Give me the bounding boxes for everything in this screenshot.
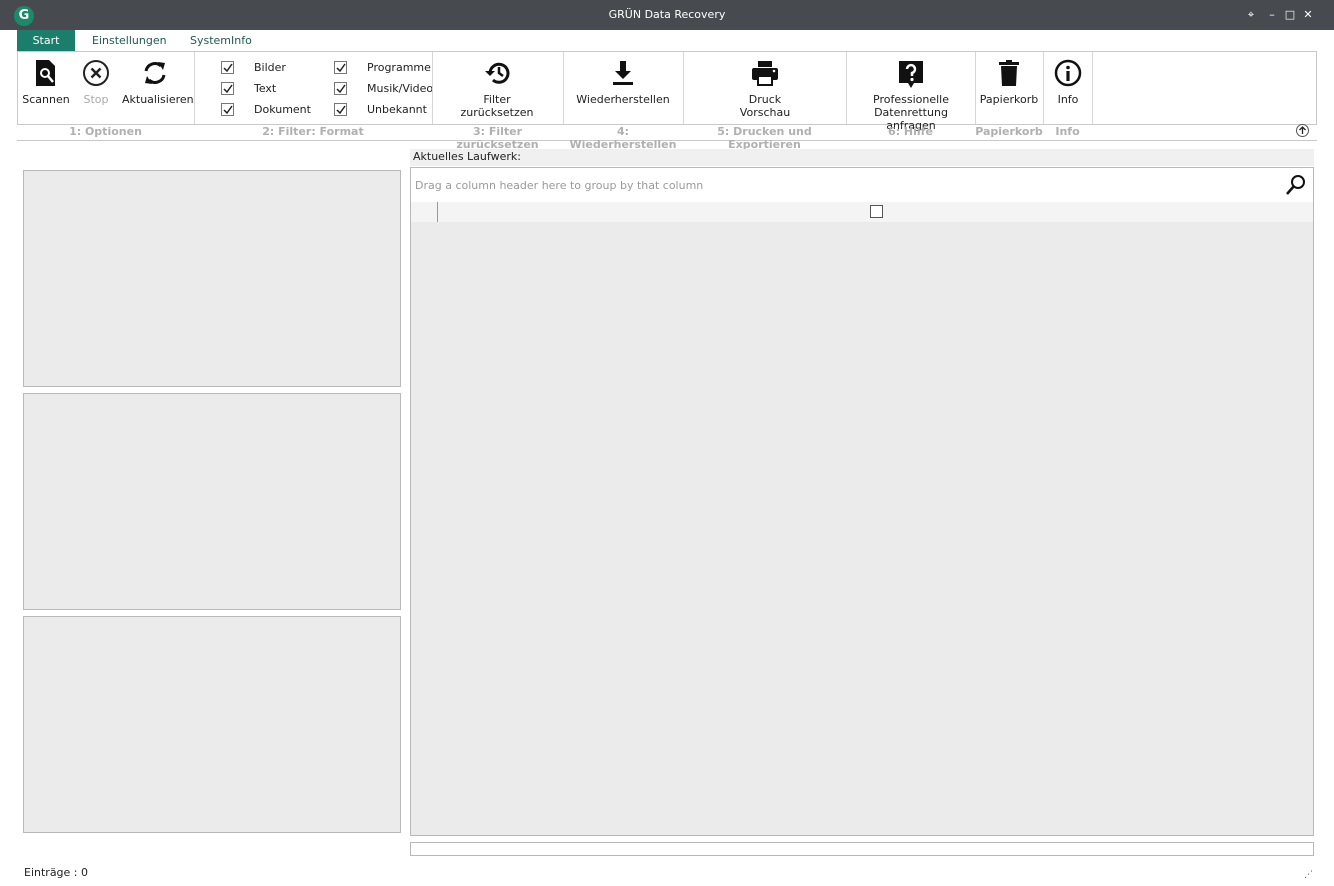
group-label-restore: 4: Wiederherstellen [569, 125, 677, 151]
restore-button[interactable]: Wiederherstellen [572, 59, 674, 106]
scan-button[interactable]: Scannen [22, 59, 70, 106]
left-panel-bottom [23, 616, 401, 833]
select-all-checkbox[interactable] [870, 205, 883, 218]
left-panel-top [23, 170, 401, 387]
print-label-line2: Vorschau [739, 106, 791, 119]
filter-musik-video-checkbox[interactable] [334, 82, 347, 95]
filter-text-label: Text [254, 82, 277, 95]
recycle-bin-button[interactable]: Papierkorb [979, 59, 1039, 106]
restore-label: Wiederherstellen [576, 93, 670, 106]
collapse-ribbon-button[interactable] [1296, 124, 1309, 137]
progress-bar [410, 842, 1314, 856]
reset-filter-label-line2: zurücksetzen [460, 106, 534, 119]
filter-unbekannt-label: Unbekannt [367, 103, 427, 116]
print-preview-button[interactable]: Druck Vorschau [724, 59, 806, 119]
group-label-help: 6: Hilfe [888, 125, 933, 138]
entries-count: Einträge : 0 [24, 866, 89, 879]
checkmark-icon [223, 105, 233, 115]
filter-unbekannt-checkbox[interactable] [334, 103, 347, 116]
group-label-info: Info [1055, 125, 1080, 138]
group-label-print-export: 5: Drucken und Exportieren [717, 125, 812, 151]
info-label: Info [1057, 93, 1079, 106]
filter-musik-video-label: Musik/Video [367, 82, 434, 95]
ribbon-separator [975, 52, 976, 124]
filter-programme-checkbox[interactable] [334, 61, 347, 74]
group-label-optionen: 1: Optionen [69, 125, 142, 138]
tab-start[interactable]: Start [17, 30, 75, 52]
maximize-button[interactable]: □ [1281, 6, 1299, 24]
ribbon-separator [1043, 52, 1044, 124]
minimize-button[interactable]: – [1263, 6, 1281, 24]
ribbon-separator [683, 52, 684, 124]
tab-systeminfo[interactable]: SystemInfo [180, 30, 262, 52]
resize-grip-icon[interactable]: ⋰ [1304, 870, 1313, 880]
reset-filter-label-line1: Filter [483, 93, 511, 106]
ribbon-separator [194, 52, 195, 124]
printer-icon [752, 61, 778, 86]
title-bar: G GRÜN Data Recovery ⌖ – □ ✕ [0, 0, 1334, 30]
ribbon-group-labels: 1: Optionen 2: Filter: Format 3: Filter … [17, 125, 1317, 151]
filter-dokument-checkbox[interactable] [221, 103, 234, 116]
ribbon-separator [432, 52, 433, 124]
info-button[interactable]: Info [1046, 59, 1090, 106]
filter-dokument-label: Dokument [254, 103, 311, 116]
filter-bilder-label: Bilder [254, 61, 286, 74]
refresh-label: Aktualisieren [122, 93, 194, 106]
professional-label-line1: Professionelle [873, 93, 949, 106]
recycle-bin-label: Papierkorb [979, 93, 1039, 106]
professional-recovery-button[interactable]: Professionelle Datenrettung anfragen [850, 59, 972, 132]
group-label-filter-reset: 3: Filter zurücksetzen [456, 125, 539, 151]
search-icon[interactable] [1285, 174, 1307, 196]
group-label-filter-format: 2: Filter: Format [262, 125, 364, 138]
ribbon-separator [846, 52, 847, 124]
checkmark-icon [336, 63, 346, 73]
column-separator[interactable] [437, 202, 438, 222]
group-by-hint: Drag a column header here to group by th… [415, 179, 704, 192]
print-label-line1: Druck [748, 93, 782, 106]
checkmark-icon [336, 105, 346, 115]
tab-einstellungen[interactable]: Einstellungen [82, 30, 177, 52]
reset-filter-button[interactable]: Filter zurücksetzen [446, 59, 548, 119]
stop-button[interactable]: Stop [76, 59, 116, 106]
filter-bilder-checkbox[interactable] [221, 61, 234, 74]
download-icon [613, 61, 633, 85]
ribbon-separator [1092, 52, 1093, 124]
close-button[interactable]: ✕ [1299, 6, 1317, 24]
refresh-icon [144, 62, 166, 84]
help-chat-icon [899, 61, 923, 88]
stop-icon [83, 60, 109, 86]
screenshot-icon[interactable]: ⌖ [1242, 6, 1260, 24]
filter-text-checkbox[interactable] [221, 82, 234, 95]
refresh-button[interactable]: Aktualisieren [122, 59, 194, 106]
file-grid[interactable]: Drag a column header here to group by th… [410, 167, 1314, 836]
checkmark-icon [336, 84, 346, 94]
group-label-recycle: Papierkorb [975, 125, 1043, 138]
scan-label: Scannen [22, 93, 70, 106]
window-title: GRÜN Data Recovery [608, 8, 726, 21]
checkmark-icon [223, 84, 233, 94]
info-icon [1054, 59, 1082, 87]
column-header-row [411, 202, 1313, 222]
scan-icon [36, 60, 55, 86]
stop-label: Stop [83, 93, 109, 106]
group-by-panel[interactable]: Drag a column header here to group by th… [411, 168, 1313, 202]
filter-programme-label: Programme [367, 61, 431, 74]
chevron-up-icon [1299, 126, 1306, 134]
history-icon [485, 62, 510, 84]
trash-icon [999, 60, 1019, 86]
ribbon-separator [563, 52, 564, 124]
left-panel-middle [23, 393, 401, 610]
checkmark-icon [223, 63, 233, 73]
current-drive-label: Aktuelles Laufwerk: [410, 149, 1314, 166]
